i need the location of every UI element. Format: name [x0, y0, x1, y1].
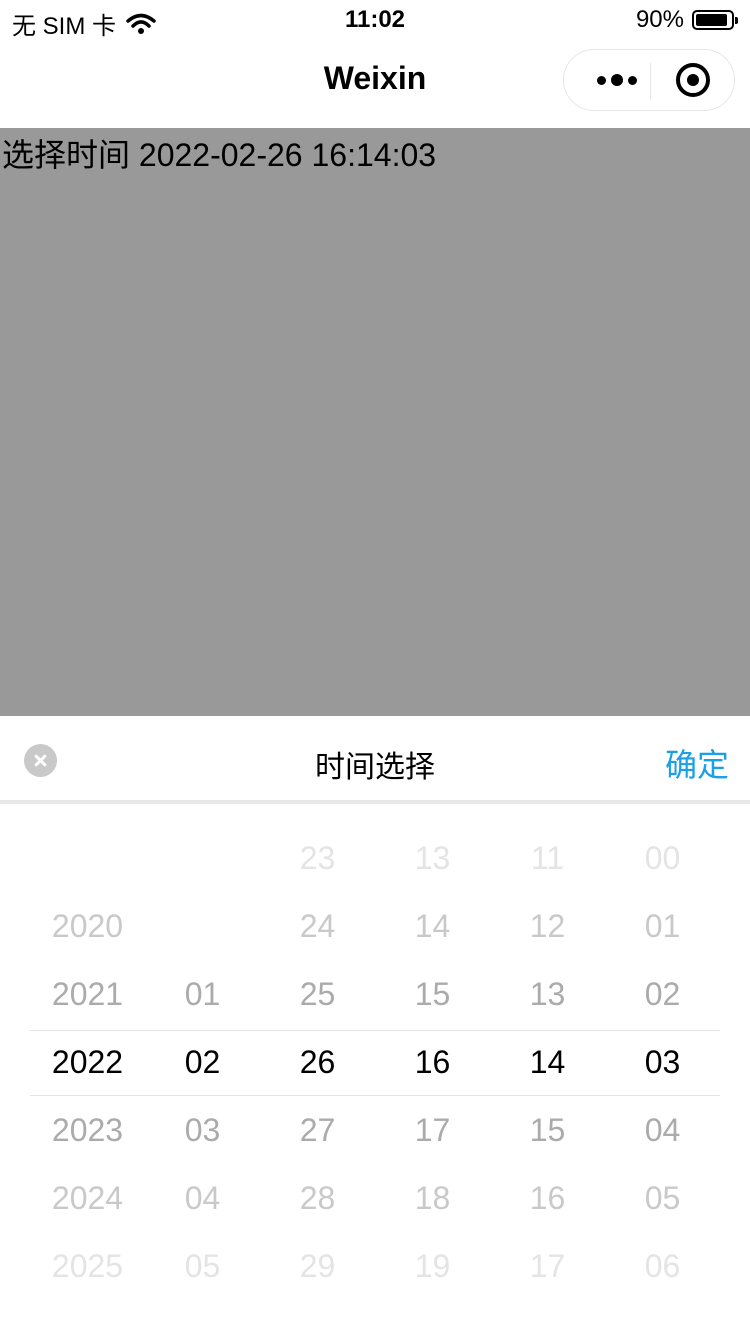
minute-option[interactable]: 17 — [490, 1232, 605, 1300]
month-option[interactable]: 03 — [145, 1096, 260, 1164]
second-option[interactable]: 02 — [605, 960, 720, 1028]
month-option[interactable] — [145, 892, 260, 960]
hour-option[interactable]: 18 — [375, 1164, 490, 1232]
second-option[interactable]: 04 — [605, 1096, 720, 1164]
battery-percent: 90% — [635, 6, 684, 33]
picker-wheels[interactable]: 2020 2021 2022 2023 2024 2025 01 02 03 04 05 23 24 25… — [30, 824, 720, 1300]
picker-column-year[interactable]: 2020 2021 2022 2023 2024 2025 — [30, 824, 145, 1300]
picker-title: 时间选择 — [315, 751, 435, 784]
minute-option[interactable]: 12 — [490, 892, 605, 960]
selected-time-value: 2022-02-26 16:14:03 — [138, 137, 437, 173]
month-option[interactable]: 05 — [145, 1232, 260, 1300]
month-option[interactable] — [145, 824, 260, 892]
selected-time-label: 选择时间 — [2, 137, 131, 173]
capsule-divider — [650, 63, 651, 99]
picker-column-second[interactable]: 00 01 02 03 04 05 06 — [605, 824, 720, 1300]
header-divider — [0, 800, 750, 804]
confirm-button[interactable]: 确定 — [665, 740, 729, 786]
day-option[interactable]: 23 — [260, 824, 375, 892]
month-option[interactable]: 01 — [145, 960, 260, 1028]
hour-option[interactable]: 16 — [375, 1028, 490, 1096]
battery-icon — [692, 10, 738, 30]
minute-option[interactable]: 16 — [490, 1164, 605, 1232]
day-option[interactable]: 27 — [260, 1096, 375, 1164]
picker-header: 时间选择 确定 — [0, 716, 750, 800]
picker-column-hour[interactable]: 13 14 15 16 17 18 19 — [375, 824, 490, 1300]
year-option[interactable] — [30, 824, 145, 892]
second-option[interactable]: 01 — [605, 892, 720, 960]
hour-option[interactable]: 19 — [375, 1232, 490, 1300]
picker-column-day[interactable]: 23 24 25 26 27 28 29 — [260, 824, 375, 1300]
year-option[interactable]: 2022 — [30, 1028, 145, 1096]
more-icon[interactable] — [584, 50, 650, 110]
selected-time-line: 选择时间 2022-02-26 16:14:03 — [2, 130, 436, 176]
year-option[interactable]: 2023 — [30, 1096, 145, 1164]
minute-option[interactable]: 15 — [490, 1096, 605, 1164]
year-option[interactable]: 2020 — [30, 892, 145, 960]
month-option[interactable]: 02 — [145, 1028, 260, 1096]
year-option[interactable]: 2024 — [30, 1164, 145, 1232]
hour-option[interactable]: 17 — [375, 1096, 490, 1164]
minute-option[interactable]: 14 — [490, 1028, 605, 1096]
close-icon[interactable] — [676, 63, 710, 97]
day-option[interactable]: 29 — [260, 1232, 375, 1300]
minute-option[interactable]: 11 — [490, 824, 605, 892]
day-option[interactable]: 26 — [260, 1028, 375, 1096]
nav-bar: Weixin — [0, 40, 750, 128]
day-option[interactable]: 25 — [260, 960, 375, 1028]
second-option[interactable]: 03 — [605, 1028, 720, 1096]
minute-option[interactable]: 13 — [490, 960, 605, 1028]
menu-capsule — [563, 49, 735, 111]
battery-fill — [696, 14, 727, 26]
hour-option[interactable]: 15 — [375, 960, 490, 1028]
year-option[interactable]: 2021 — [30, 960, 145, 1028]
day-option[interactable]: 28 — [260, 1164, 375, 1232]
picker-column-minute[interactable]: 11 12 13 14 15 16 17 — [490, 824, 605, 1300]
picker-column-month[interactable]: 01 02 03 04 05 — [145, 824, 260, 1300]
time-picker: 时间选择 确定 2020 2021 2022 2023 2024 2025 01 02 03 04… — [0, 716, 750, 1334]
year-option[interactable]: 2025 — [30, 1232, 145, 1300]
hour-option[interactable]: 13 — [375, 824, 490, 892]
status-right: 90% — [635, 6, 738, 34]
page-mask[interactable]: 选择时间 2022-02-26 16:14:03 — [0, 128, 750, 716]
month-option[interactable]: 04 — [145, 1164, 260, 1232]
hour-option[interactable]: 14 — [375, 892, 490, 960]
second-option[interactable]: 00 — [605, 824, 720, 892]
day-option[interactable]: 24 — [260, 892, 375, 960]
second-option[interactable]: 05 — [605, 1164, 720, 1232]
second-option[interactable]: 06 — [605, 1232, 720, 1300]
status-bar: 无 SIM 卡 11:02 90% — [0, 0, 750, 40]
